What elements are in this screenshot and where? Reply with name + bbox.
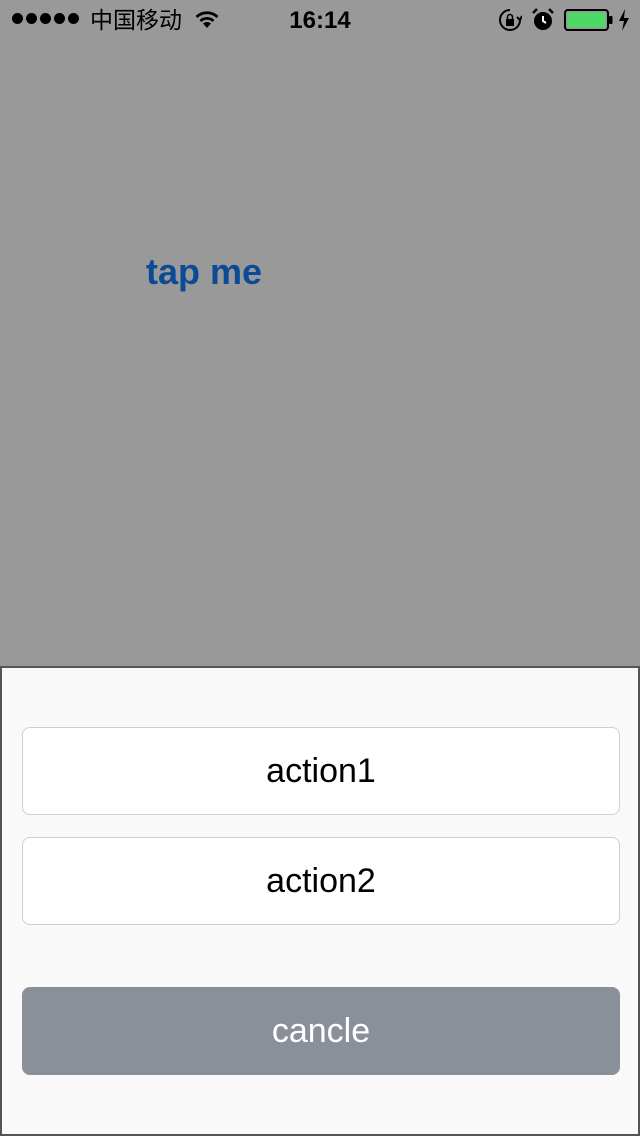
alarm-icon <box>532 8 554 30</box>
battery-icon <box>564 9 613 31</box>
action-sheet: action1 action2 cancle <box>0 666 640 1136</box>
charging-icon <box>619 9 629 31</box>
tap-me-button[interactable]: tap me <box>146 248 262 296</box>
action2-button[interactable]: action2 <box>22 837 620 925</box>
app-screen: 中国移动 16:14 tap me action1 action2 cancle <box>0 0 640 1136</box>
status-bar: 中国移动 16:14 <box>0 0 640 40</box>
cancel-button[interactable]: cancle <box>22 987 620 1075</box>
action1-button[interactable]: action1 <box>22 727 620 815</box>
rotation-lock-icon <box>499 9 522 31</box>
